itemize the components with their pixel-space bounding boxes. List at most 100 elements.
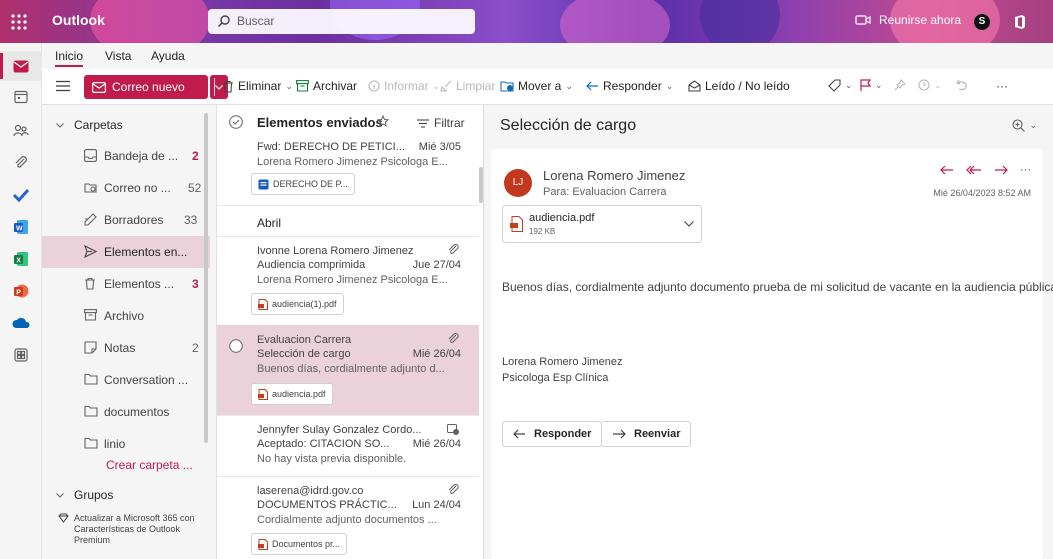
onedrive-icon[interactable] [9, 311, 33, 335]
forward-bottom-button[interactable]: Reenviar [601, 421, 692, 447]
message-subject: Aceptado: CITACION SO... [257, 438, 390, 450]
move-to-button[interactable]: Mover a ⌄ [500, 79, 573, 93]
message-date: Jue 27/04 [412, 259, 461, 271]
message-subject: Audiencia comprimida [257, 259, 366, 271]
list-item[interactable]: laserena@idrd.gov.co DOCUMENTOS PRÁCTIC.… [217, 477, 479, 559]
folder-conversation-history[interactable]: Conversation ... [42, 364, 210, 396]
folders-header[interactable]: Carpetas [56, 118, 123, 132]
attachment-chip[interactable]: audiencia(1).pdf [251, 293, 344, 315]
list-item[interactable]: Jennyfer Sulay Gonzalez Cordo... Aceptad… [217, 416, 479, 476]
folder-move-icon [500, 80, 514, 92]
inbox-icon [84, 149, 97, 162]
document-icon [258, 179, 269, 190]
attachment-chip[interactable]: DERECHO DE P... [251, 173, 355, 195]
word-icon[interactable]: W [9, 215, 33, 239]
mail-icon[interactable] [9, 54, 33, 78]
report-button[interactable]: Informar ⌄ [368, 79, 440, 93]
delete-button[interactable]: Eliminar ⌄ [222, 79, 293, 93]
skype-icon[interactable]: S [974, 14, 990, 30]
folder-scrollbar[interactable] [204, 113, 208, 443]
folder-drafts[interactable]: Borradores 33 [42, 204, 210, 236]
delete-label: Eliminar [238, 79, 282, 93]
people-icon[interactable] [9, 119, 33, 143]
sender-name[interactable]: Lorena Romero Jimenez [543, 168, 685, 183]
message-subject: Selección de cargo [257, 348, 351, 360]
meet-now-button[interactable]: Reunirse ahora [855, 13, 961, 27]
categorize-button[interactable]: ⌄ [828, 79, 853, 92]
attachment-card[interactable]: audiencia.pdf 192 KB [502, 205, 702, 243]
list-item[interactable]: Fwd: DERECHO DE PETICI... Mié 3/05 Loren… [217, 139, 479, 203]
pin-icon [894, 79, 906, 91]
folder-documentos[interactable]: documentos [42, 396, 210, 428]
flag-button[interactable]: ⌄ [860, 79, 883, 92]
pdf-icon [258, 538, 268, 550]
message-preview: No hay vista previa disponible. [257, 453, 407, 465]
select-all-checkbox[interactable] [229, 115, 243, 129]
svg-text:X: X [16, 258, 21, 265]
folder-inbox[interactable]: Bandeja de ... 2 [42, 140, 210, 172]
reply-all-icon[interactable] [966, 165, 982, 175]
search-placeholder: Buscar [237, 14, 275, 28]
avatar[interactable]: LJ [504, 169, 532, 197]
star-icon[interactable] [377, 115, 389, 127]
attachment-chip[interactable]: audiencia.pdf [251, 383, 333, 405]
chevron-down-icon: ⌄ [665, 80, 674, 91]
reply-button[interactable]: Responder ⌄ [586, 79, 673, 93]
tab-ayuda[interactable]: Ayuda [151, 49, 185, 63]
attachment-name: audiencia.pdf [529, 212, 595, 224]
powerpoint-icon[interactable]: P [9, 279, 33, 303]
todo-icon[interactable] [9, 183, 33, 207]
chevron-down-icon[interactable] [684, 221, 694, 227]
excel-icon[interactable]: X [9, 247, 33, 271]
flag-icon [860, 79, 871, 92]
groups-header[interactable]: Grupos [56, 488, 113, 502]
message-title: Selección de cargo [500, 117, 637, 134]
read-unread-button[interactable]: Leído / No leído [688, 79, 790, 93]
folder-archive[interactable]: Archivo [42, 300, 210, 332]
tab-inicio[interactable]: Inicio [55, 49, 84, 67]
select-message-radio[interactable] [229, 339, 243, 353]
filter-button[interactable]: Filtrar [417, 116, 465, 130]
pin-button[interactable] [894, 79, 906, 91]
hamburger-menu-icon[interactable] [56, 80, 70, 92]
new-mail-button[interactable]: Correo nuevo [84, 75, 208, 99]
pdf-icon [510, 216, 523, 232]
message-list-header: Elementos enviados Filtrar [217, 105, 485, 139]
undo-button[interactable] [956, 79, 968, 91]
reply-icon [513, 429, 526, 439]
reply-icon[interactable] [940, 165, 954, 175]
forward-icon[interactable] [994, 165, 1008, 175]
forward-button-label: Reenviar [634, 428, 681, 440]
folder-linio[interactable]: linio [42, 428, 210, 460]
calendar-icon[interactable] [9, 85, 33, 109]
more-options-button[interactable]: ··· [996, 79, 1008, 93]
folder-notes[interactable]: Notas 2 [42, 332, 210, 364]
list-item-selected[interactable]: Evaluacion Carrera Selección de cargo Mi… [217, 325, 479, 415]
search-box[interactable]: Buscar [208, 9, 475, 34]
message-preview: Buenos días, cordialmente adjunto d... [257, 363, 445, 375]
sweep-button[interactable]: Limpiar [440, 79, 495, 93]
more-actions-icon[interactable]: ··· [1020, 165, 1031, 176]
attachment-chip[interactable]: Documentos pr... [251, 533, 348, 555]
folder-junk[interactable]: Correo no ... 52 [42, 172, 210, 204]
folder-deleted-items[interactable]: Elementos ... 3 [42, 268, 210, 300]
chevron-down-icon [56, 492, 64, 498]
more-apps-icon[interactable] [9, 343, 33, 367]
app-launcher-icon[interactable] [10, 13, 28, 31]
app-title[interactable]: Outlook [52, 12, 105, 28]
attachment-icon[interactable] [9, 151, 33, 175]
archive-button[interactable]: Archivar [296, 79, 357, 93]
list-item[interactable]: Ivonne Lorena Romero Jimenez Audiencia c… [217, 237, 479, 325]
archive-icon [84, 309, 97, 321]
create-folder-link[interactable]: Crear carpeta ... [106, 458, 193, 472]
paperclip-icon [448, 484, 459, 496]
reply-label: Responder [603, 79, 662, 93]
tab-vista[interactable]: Vista [105, 49, 131, 63]
zoom-button[interactable]: ⌄ [1012, 119, 1037, 132]
forward-icon [612, 429, 626, 439]
reply-bottom-button[interactable]: Responder [502, 421, 603, 447]
snooze-button[interactable]: ⌄ [918, 79, 942, 91]
message-list-scrollbar[interactable] [479, 167, 483, 203]
office-icon[interactable] [1012, 14, 1028, 30]
folder-sent-items[interactable]: Elementos en... [42, 236, 210, 268]
